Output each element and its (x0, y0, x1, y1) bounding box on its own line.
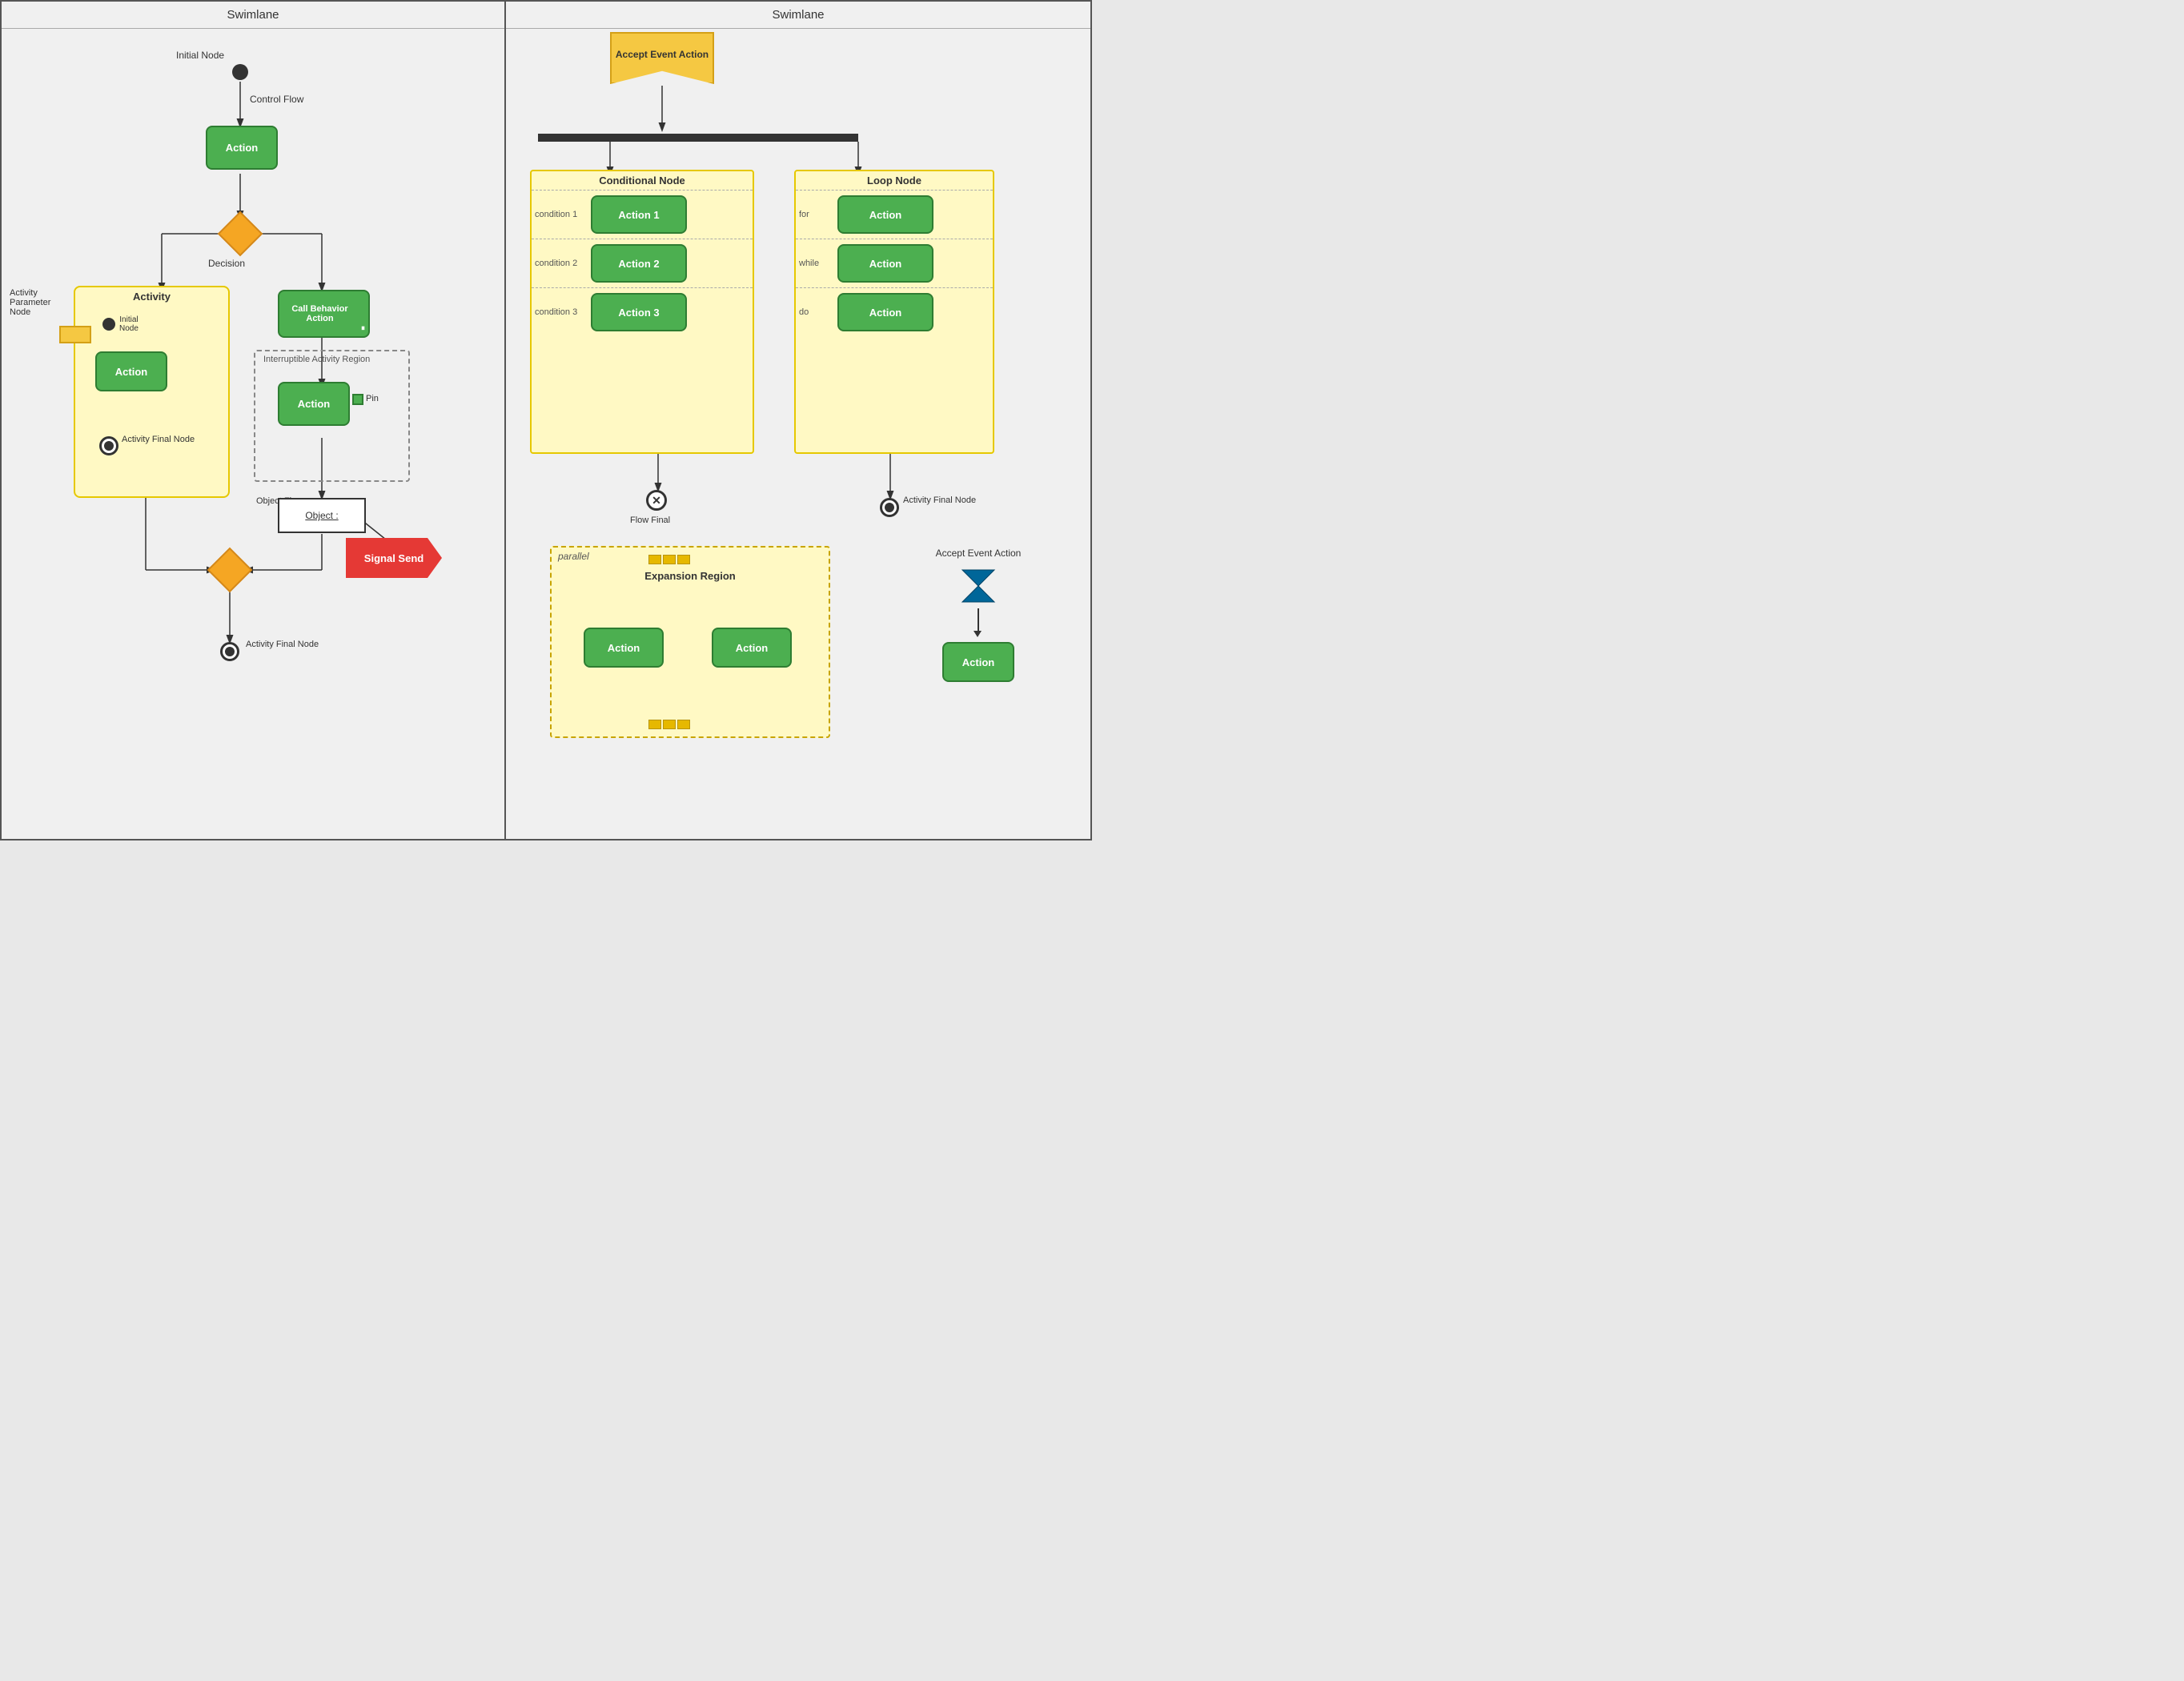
activity-initial-label: InitialNode (119, 315, 139, 333)
pin3 (677, 555, 690, 564)
right-swimlane-title: Swimlane (506, 2, 1090, 29)
pin1 (648, 555, 661, 564)
left-swimlane-title: Swimlane (2, 2, 504, 29)
condition3-label: condition 3 (535, 307, 583, 317)
loop-node: Loop Node for Action while Action do Act… (794, 170, 994, 454)
pin4 (648, 720, 661, 729)
signal-send[interactable]: Signal Send (346, 538, 442, 578)
activity-initial-node (102, 318, 115, 331)
activity-action[interactable]: Action (95, 351, 167, 391)
expansion-action-1[interactable]: Action (584, 628, 664, 668)
expansion-action-2[interactable]: Action (712, 628, 792, 668)
hourglass-arrow-head (974, 631, 982, 637)
hourglass-shape (958, 566, 998, 606)
call-behavior-action[interactable]: Call Behavior Action ⏸ (278, 290, 370, 338)
activity-title: Activity (75, 287, 228, 306)
decision-label: Decision (208, 258, 245, 269)
decision-diamond-2 (207, 548, 253, 593)
action-cond-2[interactable]: Action 2 (591, 244, 687, 283)
activity-final-node2-label: Activity Final Node (246, 640, 319, 649)
control-flow-label: Control Flow (250, 94, 303, 105)
pin6 (677, 720, 690, 729)
condition-row-2: condition 2 Action 2 (532, 239, 753, 288)
expansion-pins-top (648, 554, 691, 565)
activity-container: Activity InitialNode Action Activity Fin… (74, 286, 230, 498)
expansion-title: Expansion Region (552, 567, 829, 585)
expansion-region: parallel Expansion Region Action Action (550, 546, 830, 738)
pin-box (352, 394, 363, 405)
action-bottom-right[interactable]: Action (942, 642, 1014, 682)
action-box-1[interactable]: Action (206, 126, 278, 170)
param-node-label: Activity Parameter Node (10, 288, 74, 317)
activity-param-node (59, 326, 91, 343)
loop-action-2[interactable]: Action (837, 244, 933, 283)
condition1-label: condition 1 (535, 210, 583, 219)
decision-diamond (218, 211, 263, 257)
pin-label: Pin (366, 394, 379, 403)
activity-final-label: Activity Final Node (122, 435, 195, 444)
object-node[interactable]: Object : (278, 498, 366, 533)
main-diagram: Swimlane (0, 0, 1092, 840)
expansion-pins-bottom (648, 719, 691, 730)
loop-action-3[interactable]: Action (837, 293, 933, 331)
flow-final: ✕ (646, 490, 667, 511)
loop-for-label: for (799, 210, 831, 219)
pin5 (663, 720, 676, 729)
action-cond-3[interactable]: Action 3 (591, 293, 687, 331)
loop-row-while: while Action (796, 239, 993, 288)
accept-event-label: Accept Event Action (616, 49, 709, 60)
activity-final-inner (99, 436, 118, 455)
loop-row-for: for Action (796, 191, 993, 239)
flow-final-label: Flow Final (630, 516, 670, 525)
conditional-title: Conditional Node (532, 171, 753, 191)
initial-node-left (232, 64, 248, 80)
loop-action-1[interactable]: Action (837, 195, 933, 234)
loop-title: Loop Node (796, 171, 993, 191)
swimlane-left: Swimlane (2, 2, 506, 839)
activity-final-right (880, 498, 899, 517)
condition-row-3: condition 3 Action 3 (532, 288, 753, 336)
interruptible-label: Interruptible Activity Region (263, 355, 370, 364)
call-behavior-icon: ⏸ (361, 324, 365, 333)
action-interruptible[interactable]: Action (278, 382, 350, 426)
fork-bar-top (538, 134, 858, 142)
condition-row-1: condition 1 Action 1 (532, 191, 753, 239)
pin2 (663, 555, 676, 564)
hourglass-arrow (978, 608, 979, 632)
loop-row-do: do Action (796, 288, 993, 336)
initial-node-label: Initial Node (176, 50, 224, 61)
final-node-2 (220, 642, 239, 661)
action-cond-1[interactable]: Action 1 (591, 195, 687, 234)
accept-event-action2-label: Accept Event Action (930, 548, 1026, 559)
expansion-parallel-label: parallel (558, 551, 589, 562)
loop-do-label: do (799, 307, 831, 317)
conditional-node: Conditional Node condition 1 Action 1 co… (530, 170, 754, 454)
accept-event-top[interactable]: Accept Event Action (610, 32, 714, 84)
swimlane-right: Swimlane Accept Eve (506, 2, 1090, 839)
condition2-label: condition 2 (535, 259, 583, 268)
activity-final-right-label: Activity Final Node (903, 495, 976, 505)
loop-while-label: while (799, 259, 831, 268)
